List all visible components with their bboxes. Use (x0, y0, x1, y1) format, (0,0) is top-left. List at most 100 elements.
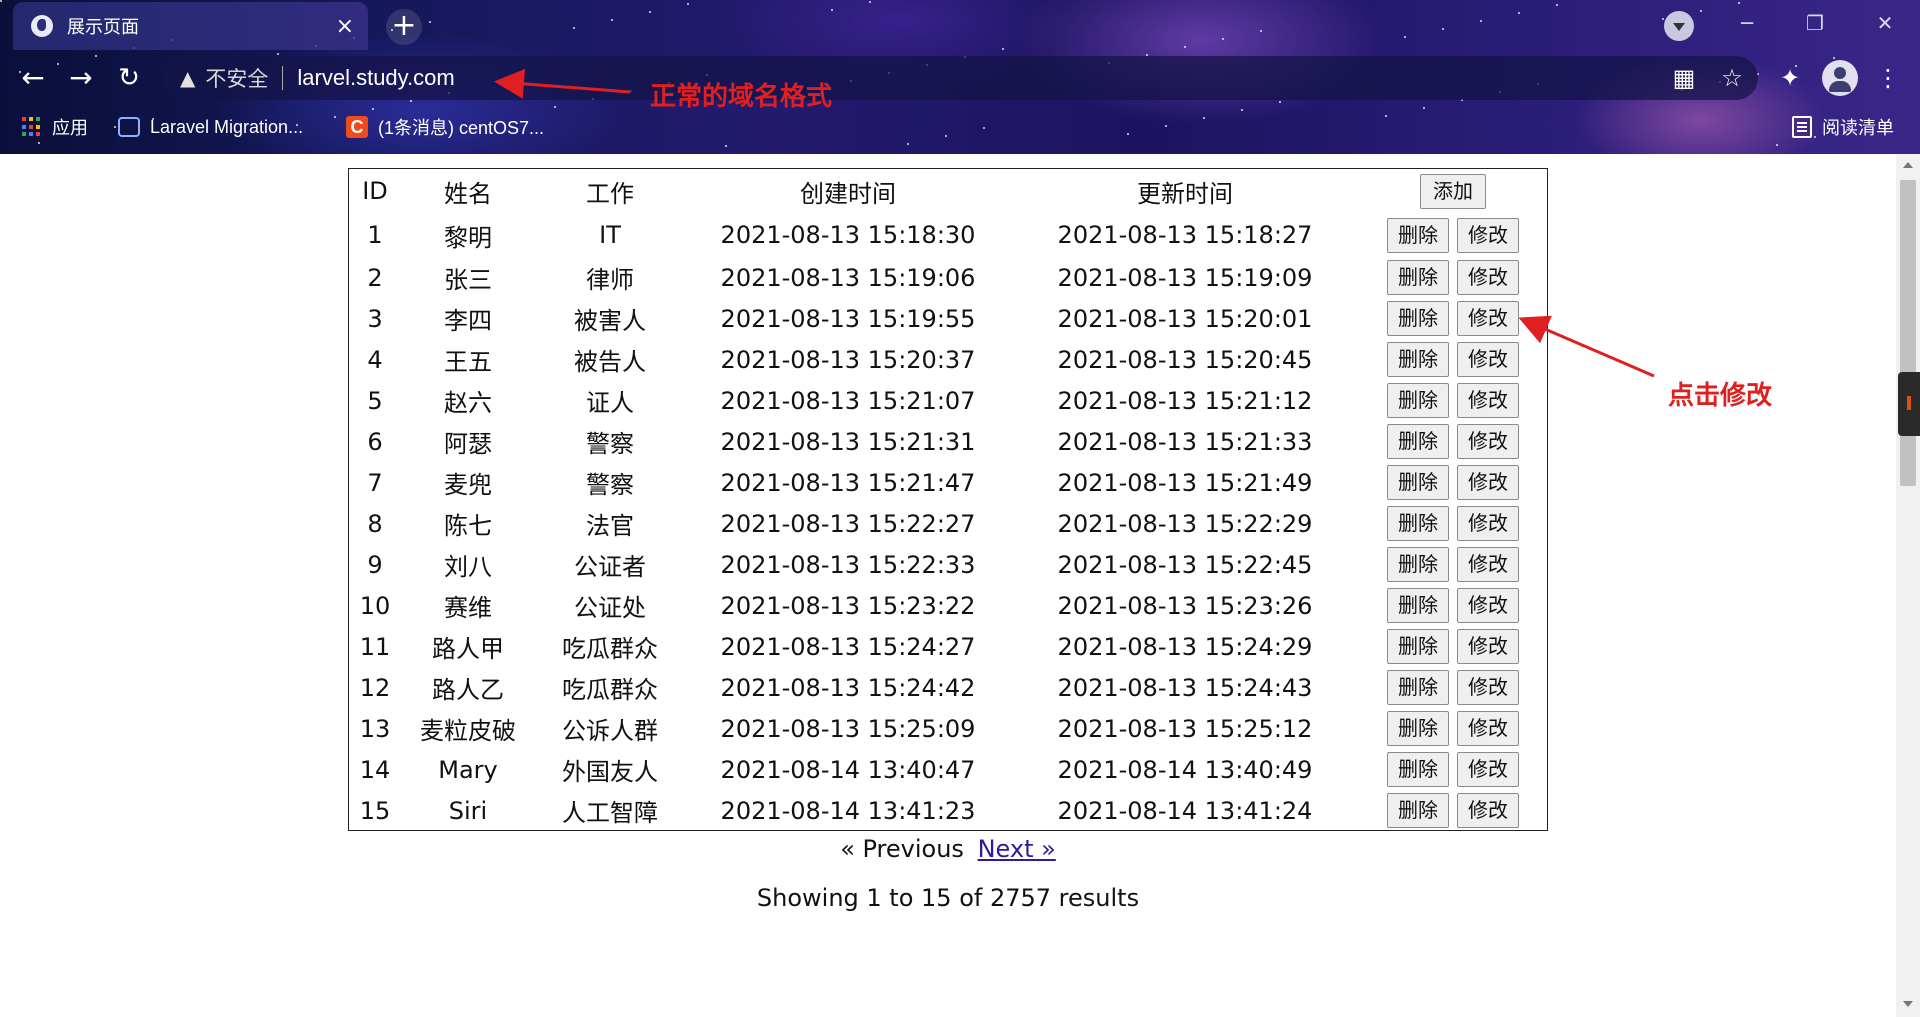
cell-updated: 2021-08-13 15:24:29 (1057, 632, 1313, 661)
edit-button[interactable]: 修改 (1457, 260, 1519, 295)
delete-button[interactable]: 删除 (1387, 260, 1449, 295)
edit-button[interactable]: 修改 (1457, 752, 1519, 787)
star-decoration (95, 55, 97, 57)
delete-button[interactable]: 删除 (1387, 506, 1449, 541)
bookmark-star-icon[interactable]: ☆ (1716, 62, 1748, 94)
star-decoration (554, 106, 556, 108)
delete-button[interactable]: 删除 (1387, 301, 1449, 336)
qr-code-icon[interactable]: ▦ (1668, 62, 1700, 94)
table-header-row: ID 姓名 工作 创建时间 更新时间 添加 (349, 169, 1547, 213)
edit-button[interactable]: 修改 (1457, 670, 1519, 705)
bookmark-label: (1条消息) centOS7... (378, 118, 545, 138)
edit-button[interactable]: 修改 (1457, 506, 1519, 541)
scroll-down-icon[interactable] (1896, 997, 1920, 1013)
delete-button[interactable]: 删除 (1387, 588, 1449, 623)
menu-icon[interactable]: ⋮ (1872, 62, 1904, 94)
cell-job: 吃瓜群众 (562, 676, 658, 704)
star-decoration (1700, 10, 1702, 12)
cell-created: 2021-08-13 15:21:47 (720, 468, 976, 497)
delete-button[interactable]: 删除 (1387, 424, 1449, 459)
delete-button[interactable]: 删除 (1387, 383, 1449, 418)
tab-search-icon[interactable] (1664, 11, 1694, 41)
vertical-scrollbar[interactable] (1896, 154, 1920, 1017)
star-decoration (983, 127, 985, 129)
star-decoration (1127, 133, 1129, 135)
edit-button[interactable]: 修改 (1457, 301, 1519, 336)
cell-actions: 删除 修改 (1359, 380, 1547, 421)
delete-button[interactable]: 删除 (1387, 670, 1449, 705)
header-job: 工作 (586, 179, 634, 208)
bookmark-apps[interactable]: 应用 (22, 114, 88, 140)
tab-close-icon[interactable]: × (336, 14, 354, 39)
cell-actions: 删除 修改 (1359, 421, 1547, 462)
cell-job: 公证者 (574, 553, 646, 581)
new-tab-button[interactable]: + (386, 9, 422, 45)
cell-id: 4 (367, 345, 383, 374)
table-row: 13 麦粒皮破 公诉人群 2021-08-13 15:25:09 2021-08-13 … (349, 708, 1547, 749)
edit-button[interactable]: 修改 (1457, 793, 1519, 828)
cell-created: 2021-08-13 15:22:27 (720, 509, 976, 538)
minimize-icon[interactable]: ─ (1722, 6, 1772, 40)
scroll-up-icon[interactable] (1896, 158, 1920, 174)
delete-button[interactable]: 删除 (1387, 711, 1449, 746)
star-decoration (1002, 48, 1004, 50)
bookmark-csdn[interactable]: C (1条消息) centOS7... (346, 114, 544, 140)
edit-button[interactable]: 修改 (1457, 217, 1519, 253)
tab-title: 展示页面 (67, 17, 139, 37)
extensions-icon[interactable]: ✦ (1774, 62, 1806, 94)
warning-icon[interactable]: ▲ (180, 66, 195, 90)
star-decoration (1662, 18, 1664, 20)
scroll-thumb[interactable] (1900, 180, 1916, 486)
cell-actions: 删除 修改 (1359, 339, 1547, 380)
window-close-icon[interactable]: ✕ (1860, 6, 1910, 40)
delete-button[interactable]: 删除 (1387, 342, 1449, 377)
star-decoration (1385, 115, 1387, 117)
cell-updated: 2021-08-13 15:23:26 (1057, 591, 1313, 620)
star-decoration (1518, 12, 1520, 14)
cell-name: Siri (448, 796, 488, 825)
add-button[interactable]: 添加 (1420, 173, 1486, 209)
reload-icon[interactable]: ↻ (110, 59, 148, 97)
restore-icon[interactable]: ❐ (1790, 6, 1840, 40)
security-label[interactable]: 不安全 (205, 63, 268, 93)
edit-button[interactable]: 修改 (1457, 629, 1519, 664)
table-row: 11 路人甲 吃瓜群众 2021-08-13 15:24:27 2021-08-13 1… (349, 626, 1547, 667)
cell-actions: 删除 修改 (1359, 544, 1547, 585)
header-updated: 更新时间 (1137, 179, 1233, 208)
edit-button[interactable]: 修改 (1457, 465, 1519, 500)
cell-name: 路人乙 (432, 676, 504, 704)
delete-button[interactable]: 删除 (1387, 217, 1449, 253)
browser-tab[interactable]: 展示页面 × (13, 2, 368, 50)
cell-job: 证人 (586, 389, 634, 417)
cell-job: 警察 (586, 471, 634, 499)
star-decoration (1776, 144, 1778, 146)
delete-button[interactable]: 删除 (1387, 793, 1449, 828)
cell-created: 2021-08-13 15:25:09 (720, 714, 976, 743)
url-text[interactable]: larvel.study.com (297, 65, 454, 91)
edit-button[interactable]: 修改 (1457, 383, 1519, 418)
side-widget[interactable] (1898, 372, 1920, 436)
delete-button[interactable]: 删除 (1387, 465, 1449, 500)
edit-button[interactable]: 修改 (1457, 424, 1519, 459)
delete-button[interactable]: 删除 (1387, 752, 1449, 787)
laravel-favicon-icon (118, 117, 140, 137)
edit-button[interactable]: 修改 (1457, 588, 1519, 623)
cell-updated: 2021-08-13 15:21:12 (1057, 386, 1313, 415)
edit-button[interactable]: 修改 (1457, 711, 1519, 746)
table-row: 10 赛维 公证处 2021-08-13 15:23:22 2021-08-13 15:… (349, 585, 1547, 626)
profile-avatar-icon[interactable] (1822, 60, 1858, 96)
address-bar[interactable]: ▲ 不安全 larvel.study.com (162, 56, 1758, 100)
reading-list[interactable]: 阅读清单 (1792, 114, 1894, 140)
cell-updated: 2021-08-13 15:21:49 (1057, 468, 1313, 497)
edit-button[interactable]: 修改 (1457, 342, 1519, 377)
delete-button[interactable]: 删除 (1387, 547, 1449, 582)
star-decoration (1241, 109, 1243, 111)
forward-icon[interactable]: → (62, 59, 100, 97)
bookmark-label: Laravel Migration... (150, 116, 304, 137)
edit-button[interactable]: 修改 (1457, 547, 1519, 582)
back-icon[interactable]: ← (14, 59, 52, 97)
bookmark-laravel[interactable]: Laravel Migration... (118, 114, 303, 140)
cell-id: 2 (367, 263, 383, 292)
delete-button[interactable]: 删除 (1387, 629, 1449, 664)
next-page-link[interactable]: Next » (978, 835, 1056, 863)
